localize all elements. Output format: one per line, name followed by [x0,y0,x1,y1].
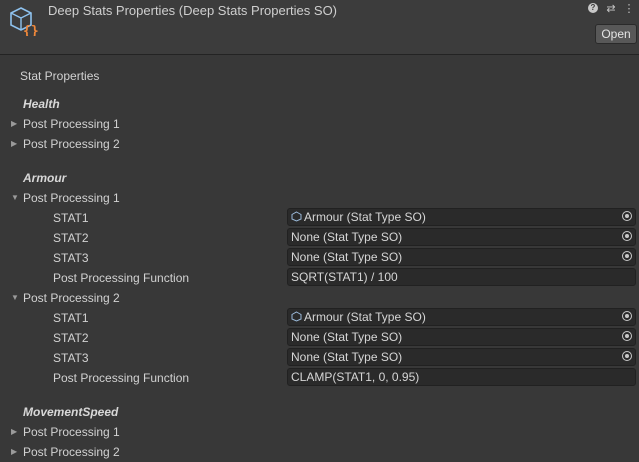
foldout-collapsed-icon: ▶ [11,119,18,128]
health-pp1-foldout[interactable]: ▶ Post Processing 1 [11,116,120,132]
stat3-label: STAT3 [53,251,89,265]
object-picker-icon[interactable] [622,231,632,241]
stat2-object-field[interactable]: None (Stat Type SO) [287,228,636,246]
stat3-label: STAT3 [53,351,89,365]
function-text-field[interactable]: SQRT(STAT1) / 100 [287,268,636,286]
stat2-label: STAT2 [53,231,89,245]
foldout-collapsed-icon: ▶ [11,139,18,148]
armour-pp2-foldout[interactable]: ▼ Post Processing 2 [11,290,120,306]
stat2-object-field[interactable]: None (Stat Type SO) [287,328,636,346]
stat3-object-field[interactable]: None (Stat Type SO) [287,248,636,266]
open-button[interactable]: Open [595,24,637,44]
movement-pp1-foldout[interactable]: ▶ Post Processing 1 [11,424,120,440]
health-pp2-foldout[interactable]: ▶ Post Processing 2 [11,136,120,152]
asset-title: Deep Stats Properties (Deep Stats Proper… [48,3,338,18]
stat1-object-field[interactable]: Armour (Stat Type SO) [287,308,636,326]
armour-pp1-foldout[interactable]: ▼ Post Processing 1 [11,190,120,206]
foldout-expanded-icon: ▼ [11,193,19,202]
foldout-collapsed-icon: ▶ [11,447,18,456]
foldout-collapsed-icon: ▶ [11,427,18,436]
function-label: Post Processing Function [53,371,190,385]
group-health-title: Health [23,97,60,111]
group-movementspeed-title: MovementSpeed [23,405,119,419]
section-title: Stat Properties [20,69,100,83]
object-picker-icon[interactable] [622,331,632,341]
stat-type-so-icon [291,211,302,222]
object-picker-icon[interactable] [622,311,632,321]
stat-type-so-icon [291,311,302,322]
stat1-object-field[interactable]: Armour (Stat Type SO) [287,208,636,226]
stat1-label: STAT1 [53,311,89,325]
help-icon[interactable]: ? [587,2,599,14]
svg-text:{}: {} [23,24,39,36]
object-picker-icon[interactable] [622,351,632,361]
movement-pp2-foldout[interactable]: ▶ Post Processing 2 [11,444,120,460]
stat2-label: STAT2 [53,331,89,345]
group-armour-title: Armour [23,171,67,185]
stat3-object-field[interactable]: None (Stat Type SO) [287,348,636,366]
function-text-field[interactable]: CLAMP(STAT1, 0, 0.95) [287,368,636,386]
stat1-label: STAT1 [53,211,89,225]
foldout-expanded-icon: ▼ [11,293,19,302]
settings-icon[interactable]: ⇄ [605,2,617,15]
function-label: Post Processing Function [53,271,190,285]
object-picker-icon[interactable] [622,211,632,221]
object-picker-icon[interactable] [622,251,632,261]
more-icon[interactable]: ⋮ [623,2,635,15]
scriptable-object-icon: {} [10,7,39,36]
inspector-header: {} Deep Stats Properties (Deep Stats Pro… [0,0,639,55]
